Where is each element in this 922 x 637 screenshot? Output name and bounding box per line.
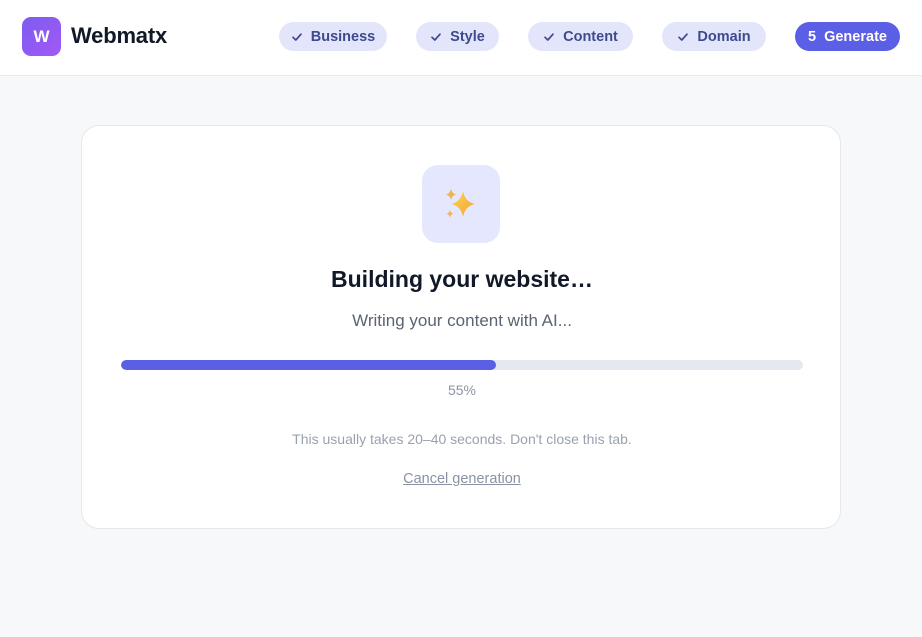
step-generate[interactable]: 5 Generate [795,22,900,51]
step-domain[interactable]: Domain [662,22,766,51]
step-label: Content [563,28,618,45]
step-style[interactable]: Style [416,22,499,51]
cancel-generation-link[interactable]: Cancel generation [403,471,521,487]
step-label: Business [310,28,376,45]
step-content[interactable]: Content [528,22,633,51]
progress-bar [121,360,803,370]
progress-fill [121,360,497,370]
top-bar: W Webmatx Business Style Content Domain … [0,0,922,76]
check-icon [430,31,442,43]
step-label: Generate [824,28,887,45]
brand-name: Webmatx [71,23,167,48]
duration-note: This usually takes 20–40 seconds. Don't … [292,431,632,447]
step-label: Style [450,28,485,45]
page-title: Building your website… [331,266,593,292]
step-label: Domain [697,28,751,45]
cancel-row: Cancel generation [82,470,842,488]
generation-card: Building your website… Writing your cont… [81,125,841,529]
check-icon [677,31,689,43]
check-icon [543,31,555,43]
logo-icon: W [22,17,61,56]
progress-percent: 55% [447,382,477,398]
step-number: 5 [808,28,817,45]
status-message: Writing your content with AI... [352,311,572,330]
sparkles-icon [422,165,500,243]
check-icon [291,31,303,43]
step-business[interactable]: Business [279,22,387,51]
